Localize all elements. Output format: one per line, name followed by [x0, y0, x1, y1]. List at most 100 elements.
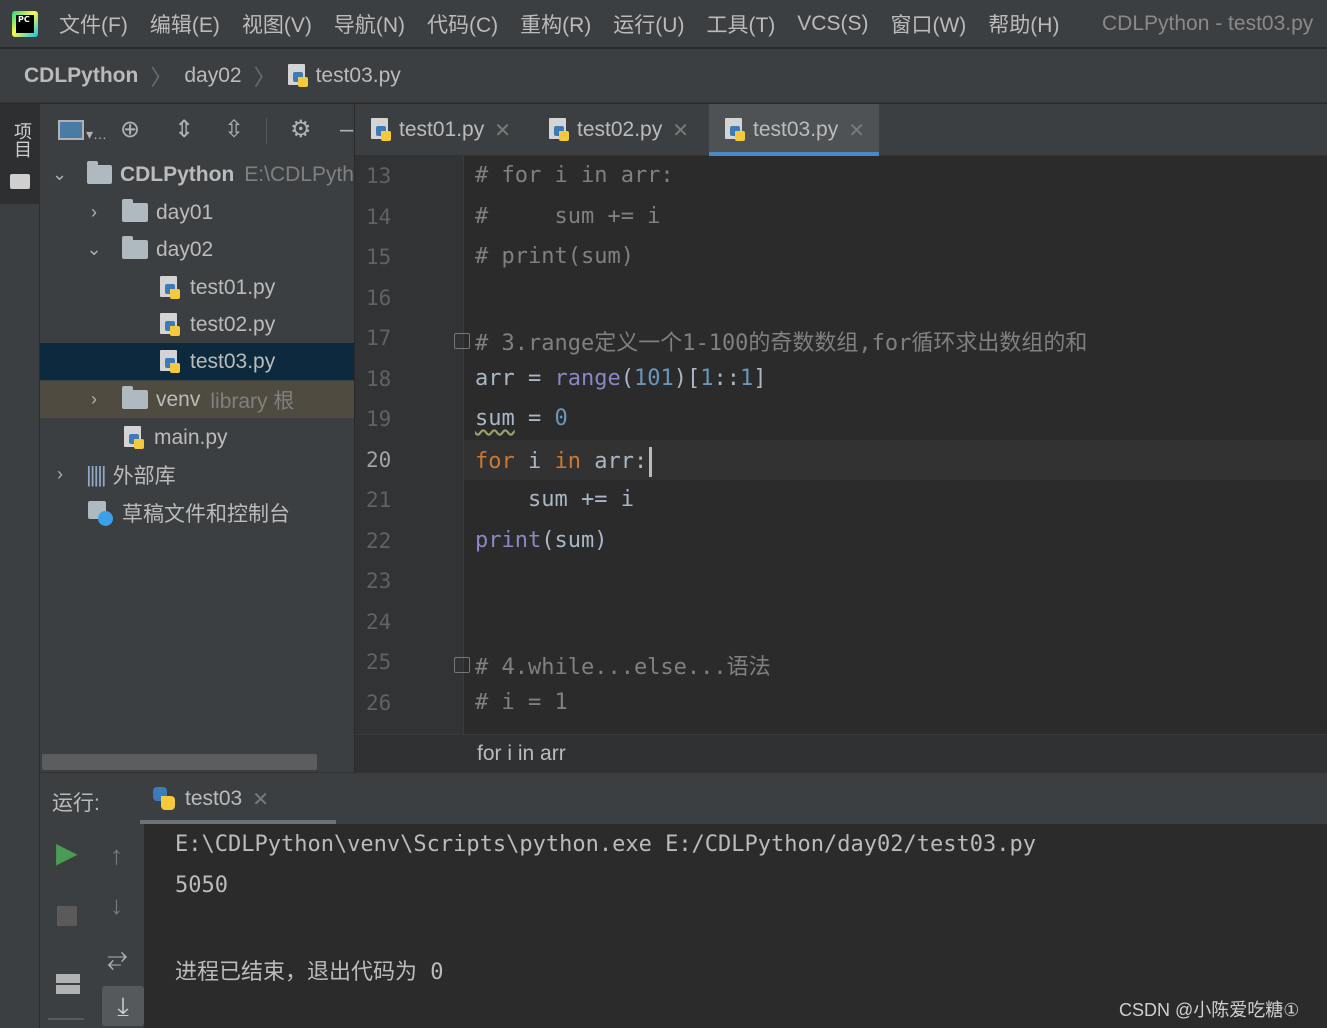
breadcrumb-folder[interactable]: day02 [184, 64, 241, 88]
menu-view[interactable]: 视图(V) [231, 9, 323, 39]
stop-icon[interactable] [57, 906, 77, 926]
expand-all-icon[interactable]: ⇕ [174, 116, 194, 144]
tree-item-project-root[interactable]: ⌄ CDLPython E:\CDLPyth [40, 156, 354, 193]
breadcrumb: CDLPython 〉 day02 〉 test03.py [24, 49, 401, 103]
gear-icon[interactable]: ⚙ [290, 116, 312, 144]
tree-label: test02.py [190, 312, 276, 336]
tree-label: day02 [156, 237, 214, 261]
line-number-gutter[interactable]: 13 14 15 16 17 18 19 20 21 22 23 24 25 2… [355, 156, 463, 734]
close-icon[interactable]: ✕ [252, 787, 269, 812]
code-breadcrumb[interactable]: for i in arr [477, 742, 566, 766]
code-token: ] [753, 366, 767, 391]
code-token: (sum) [541, 528, 608, 553]
python-icon [151, 786, 177, 812]
project-tool-label: 项目 [12, 122, 32, 158]
close-icon[interactable]: ✕ [494, 118, 511, 143]
python-file-icon [124, 425, 146, 450]
folder-icon [10, 174, 30, 189]
tab-test02[interactable]: test02.py ✕ [533, 104, 703, 156]
close-icon[interactable]: ✕ [848, 118, 865, 143]
code-token-builtin: print [475, 528, 542, 553]
menu-run[interactable]: 运行(U) [602, 9, 695, 39]
locate-file-icon[interactable]: ⊕ [120, 116, 140, 144]
chevron-right-icon[interactable]: › [84, 202, 104, 223]
window-title: CDLPython - test03.py [1102, 12, 1314, 35]
line-number: 14 [366, 205, 392, 229]
code-token: :: [713, 366, 740, 391]
tree-item-test01[interactable]: test01.py [40, 269, 354, 306]
code-lines: # for i in arr: # sum += i # print(sum) … [463, 156, 1327, 734]
hide-panel-icon[interactable]: – [340, 116, 353, 144]
menu-navigate[interactable]: 导航(N) [323, 9, 416, 39]
main-menu: 文件(F) 编辑(E) 视图(V) 导航(N) 代码(C) 重构(R) 运行(U… [48, 0, 1070, 48]
arrow-down-icon[interactable]: ↓ [110, 890, 123, 920]
view-mode-icon[interactable] [58, 120, 84, 140]
tree-item-main[interactable]: main.py [40, 419, 354, 456]
code-token-number: 101 [633, 366, 674, 391]
breadcrumb-file[interactable]: test03.py [316, 64, 401, 88]
code-line-25: # 4.while...else...语法 [475, 655, 771, 680]
line-number: 17 [366, 326, 392, 350]
code-token-number: 1 [700, 366, 714, 391]
breadcrumb-separator-icon: 〉 [253, 65, 276, 90]
tree-item-venv[interactable]: › venv library 根 [40, 381, 354, 418]
tree-item-day01[interactable]: › day01 [40, 194, 354, 231]
tree-note: library 根 [210, 389, 295, 413]
chevron-right-icon[interactable]: › [50, 464, 70, 485]
menu-edit[interactable]: 编辑(E) [139, 9, 231, 39]
folder-icon [122, 199, 148, 222]
menu-vcs[interactable]: VCS(S) [786, 12, 879, 36]
code-token-keyword: in [554, 449, 582, 474]
arrow-up-icon[interactable]: ↑ [110, 840, 123, 870]
scroll-to-end-icon[interactable]: ⤓ [102, 986, 144, 1026]
tree-item-scratches[interactable]: 草稿文件和控制台 [40, 494, 354, 531]
chevron-right-icon[interactable]: › [84, 389, 104, 410]
breadcrumb-project[interactable]: CDLPython [24, 64, 138, 88]
code-line-22: print(sum) [475, 528, 607, 553]
code-breadcrumb-bar[interactable]: for i in arr [355, 734, 1327, 772]
console-line-result: 5050 [175, 873, 228, 898]
soft-wrap-icon[interactable]: ⥂ [107, 942, 128, 972]
chevron-down-icon[interactable]: ⌄ [50, 164, 69, 185]
tab-test01[interactable]: test01.py ✕ [355, 104, 525, 156]
tab-test03[interactable]: test03.py ✕ [709, 104, 879, 156]
python-file-icon [160, 312, 182, 337]
editor-tabs: test01.py ✕ test02.py ✕ test03.py ✕ [355, 104, 1327, 156]
scratches-icon [88, 500, 114, 526]
collapse-all-icon[interactable]: ⇳ [224, 116, 244, 144]
tab-label: test03.py [753, 118, 839, 141]
chevron-down-icon[interactable]: ⌄ [84, 239, 104, 260]
tree-item-external-libraries[interactable]: › ||||| 外部库 [40, 456, 354, 493]
code-line-15: # print(sum) [475, 244, 634, 269]
menu-window[interactable]: 窗口(W) [879, 9, 977, 39]
chevron-down-icon[interactable]: ▾… [86, 120, 107, 148]
tree-label: CDLPython [119, 162, 235, 186]
code-token: ( [620, 366, 634, 391]
tree-item-test02[interactable]: test02.py [40, 306, 354, 343]
menu-file[interactable]: 文件(F) [48, 9, 139, 39]
menu-tools[interactable]: 工具(T) [695, 9, 786, 39]
menu-refactor[interactable]: 重构(R) [509, 9, 602, 39]
tree-item-day02[interactable]: ⌄ day02 [40, 231, 354, 268]
run-toolbar: ▶ ↑ ↓ ⥂ ⤓ [40, 824, 144, 1028]
run-tab-test03[interactable]: test03 ✕ [135, 773, 336, 825]
python-file-icon [371, 118, 393, 142]
tab-label: test01.py [399, 118, 485, 141]
code-token: arr: [581, 449, 648, 474]
text-caret [649, 447, 653, 477]
horizontal-scrollbar[interactable] [42, 754, 317, 770]
menu-code[interactable]: 代码(C) [416, 9, 509, 39]
line-number: 15 [366, 245, 392, 269]
pycharm-logo-icon: PC [12, 11, 38, 37]
rerun-icon[interactable]: ▶ [56, 838, 78, 868]
code-line-21: sum += i [475, 487, 634, 512]
menu-help[interactable]: 帮助(H) [977, 9, 1070, 39]
project-tool-button[interactable]: 项目 [0, 104, 40, 204]
line-number: 26 [366, 691, 392, 715]
layout-icon[interactable] [56, 974, 80, 994]
line-number: 22 [366, 529, 392, 553]
close-icon[interactable]: ✕ [672, 118, 689, 143]
python-file-icon [549, 118, 571, 142]
tree-item-test03-selected[interactable]: test03.py [40, 343, 354, 380]
code-line-19: sum = 0 [475, 406, 568, 431]
